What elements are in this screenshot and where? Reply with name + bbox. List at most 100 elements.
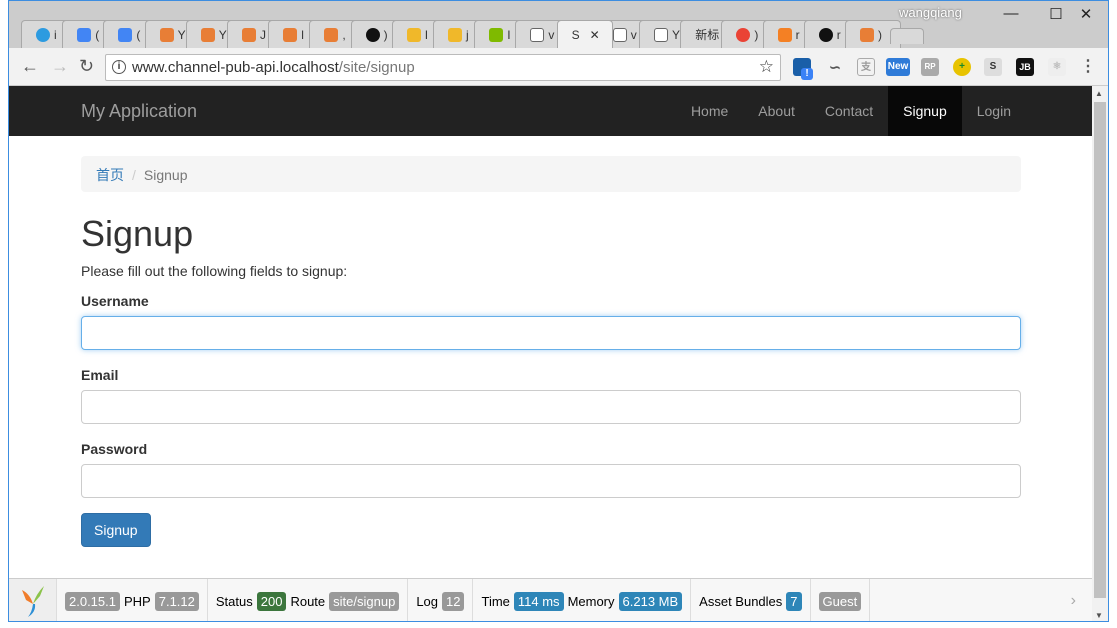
debug-user-block[interactable]: Guest [811,578,871,621]
tab-title: , [342,27,346,42]
username-label: Username [81,293,149,309]
tab-title: ( [95,27,100,42]
tab-title: J [260,27,266,42]
status-badge: 200 [256,591,287,611]
tab-title: l [301,27,304,42]
shield-extension-icon[interactable]: 支 [857,58,875,76]
nav-about[interactable]: About [743,86,810,136]
rp-extension-icon[interactable]: RP [921,58,939,76]
tab-title: Y [177,27,186,42]
page-intro: Please fill out the following fields to … [81,263,348,279]
debug-profiling-block[interactable]: Time 114 ms Memory 6.213 MB [473,578,692,621]
google-icon [736,27,751,42]
nav-home[interactable]: Home [676,86,743,136]
minimize-button[interactable]: — [996,5,1026,22]
collapse-chevron-icon[interactable]: › [1071,592,1076,610]
info-icon[interactable]: i [112,60,126,74]
tab-strip: wangqiang — ☐ ✕ i((Y Y Jl,) Ij Iv S ✕ v Y 新标) r r) [9,1,1108,48]
new-extension-icon[interactable]: New [886,58,910,76]
yii-logo-icon[interactable] [9,578,57,621]
address-bar[interactable]: i www.channel-pub-api.localhost/site/sig… [105,54,781,81]
profile-name[interactable]: wangqiang [899,5,962,20]
assets-label: Asset Bundles [699,593,783,609]
breadcrumb: 首页 / Signup [81,156,1021,192]
email-input[interactable] [81,390,1021,424]
log-label: Log [416,593,439,609]
tab-title: I [424,27,429,42]
stackoverflow-icon [777,27,792,42]
password-label: Password [81,441,148,457]
assets-badge: 7 [786,591,802,611]
page-title: Signup [81,213,194,254]
tab-title: i [54,27,57,42]
tab-title: r [836,27,841,42]
time-label: Time [481,593,510,609]
yii-icon [159,27,174,42]
tab-title: ) [383,27,388,42]
menu-icon[interactable]: ⋮ [1079,58,1097,76]
close-tab-icon[interactable]: ✕ [590,28,600,42]
reload-button[interactable]: ↻ [79,56,94,77]
close-window-button[interactable]: ✕ [1071,5,1101,23]
scrollbar-thumb[interactable] [1094,102,1106,598]
new-tab-button[interactable] [890,28,925,44]
qq-icon [406,27,421,42]
signup-button[interactable]: Signup [81,513,151,547]
nav-signup[interactable]: Signup [888,86,962,136]
scroll-down-icon[interactable]: ▼ [1095,611,1103,620]
google-translate-icon [77,27,92,42]
debug-request-block[interactable]: Status 200 Route site/signup [208,578,409,621]
memory-badge: 6.213 MB [618,591,683,611]
navbar: My Application Home About Contact Signup… [9,86,1094,136]
password-input[interactable] [81,464,1021,498]
github-icon [365,27,380,42]
react-extension-icon[interactable]: ⚛ [1048,58,1066,76]
username-input[interactable] [81,316,1021,350]
browser-window: wangqiang — ☐ ✕ i((Y Y Jl,) Ij Iv S ✕ v Y 新标) r r) … [8,0,1109,622]
s-extension-icon[interactable]: S [984,58,1002,76]
tab-title: I [507,27,511,42]
breadcrumb-home[interactable]: 首页 [96,167,124,183]
nav-login[interactable]: Login [962,86,1026,136]
yii-icon [242,27,256,42]
brand[interactable]: My Application [81,101,197,122]
nav-contact[interactable]: Contact [810,86,888,136]
debug-version-block[interactable]: 2.0.15.1 PHP 7.1.12 [57,578,208,621]
url-path: /site/signup [338,59,415,76]
maximize-button[interactable]: ☐ [1041,5,1071,23]
qq-icon [448,27,462,42]
email-label: Email [81,367,119,383]
tab-title: Y [218,27,227,42]
extension-icon[interactable]: ∽ [826,58,844,76]
globe-icon [36,27,50,42]
url-host: www.channel-pub-api.localhost [132,59,339,76]
yii-version: 2.0.15.1 [65,591,120,611]
yii-debug-toolbar: 2.0.15.1 PHP 7.1.12 Status 200 Route site/sig… [9,578,1094,621]
time-badge: 114 ms [513,591,564,611]
page-icon [654,27,668,42]
forward-button[interactable]: → [51,56,69,77]
page-icon [530,27,545,42]
browser-tab[interactable]: S ✕ [556,20,613,48]
jetbrains-extension-icon[interactable]: JB [1016,58,1034,76]
user-badge: Guest [818,591,862,611]
yii-icon [860,27,874,42]
background-window [0,0,8,628]
status-label: Status [215,593,253,609]
extension-icon[interactable]: + [953,58,971,76]
tab-title: ) [878,27,882,42]
github-icon [818,27,833,42]
tab-title: v [548,27,555,42]
page-icon [612,27,627,42]
back-button[interactable]: ← [21,56,39,77]
alert-badge: ! [801,68,813,80]
tab-title: Y [672,27,681,42]
debug-log-block[interactable]: Log 12 [408,578,474,621]
debug-assets-block[interactable]: Asset Bundles 7 [691,578,811,621]
google-translate-icon [118,27,133,42]
scrollbar[interactable]: ▲ ▼ [1092,86,1108,621]
memory-label: Memory [567,593,615,609]
route-label: Route [290,593,326,609]
scroll-up-icon[interactable]: ▲ [1095,89,1103,98]
bookmark-star-icon[interactable]: ☆ [759,57,774,77]
